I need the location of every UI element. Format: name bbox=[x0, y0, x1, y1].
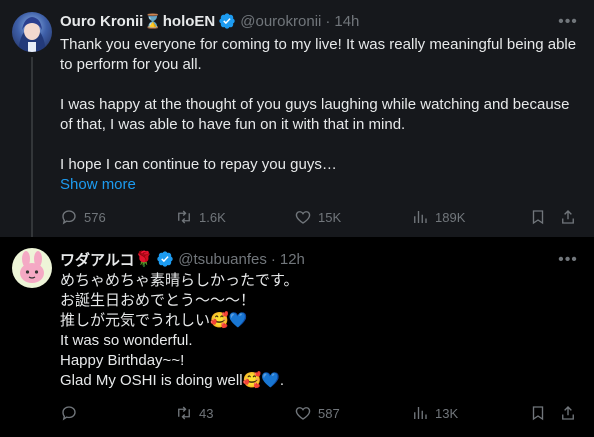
bookmark-icon bbox=[532, 210, 544, 225]
like-button[interactable]: 15K bbox=[294, 208, 341, 226]
share-icon bbox=[562, 406, 574, 420]
more-icon[interactable]: ••• bbox=[558, 12, 578, 32]
reply-button[interactable]: 576 bbox=[60, 208, 106, 226]
like-button[interactable]: 587 bbox=[294, 404, 340, 422]
verified-badge-icon[interactable] bbox=[156, 250, 174, 268]
tweet-header: ワダアルコ 🌹 @tsubuanfes · 12h bbox=[60, 249, 305, 269]
views-button[interactable]: 189K bbox=[411, 208, 465, 226]
repost-icon bbox=[178, 406, 190, 420]
show-more-link[interactable]: Show more bbox=[60, 175, 136, 195]
like-icon bbox=[295, 407, 311, 420]
separator-dot: · bbox=[270, 250, 276, 268]
share-button[interactable] bbox=[559, 404, 577, 422]
thread-line bbox=[31, 57, 33, 241]
reply-count: 576 bbox=[84, 209, 106, 225]
text-line: Glad My OSHI is doing well🥰💙. bbox=[60, 372, 285, 389]
avatar-kronii[interactable] bbox=[12, 12, 52, 52]
views-button[interactable]: 13K bbox=[411, 404, 458, 422]
tweet-actions: 576 1.6K 15K 189K bbox=[60, 207, 580, 227]
repost-icon bbox=[178, 210, 190, 224]
like-count: 15K bbox=[318, 209, 342, 225]
like-icon bbox=[295, 211, 311, 224]
reply-button[interactable] bbox=[60, 404, 84, 422]
text-line: It was so wonderful. bbox=[60, 332, 193, 349]
repost-count: 1.6K bbox=[199, 209, 226, 225]
share-icon bbox=[562, 210, 574, 224]
bookmark-button[interactable] bbox=[529, 208, 547, 226]
bookmark-icon bbox=[532, 406, 544, 421]
display-name[interactable]: ワダアルコ bbox=[60, 249, 135, 270]
repost-count: 43 bbox=[199, 405, 214, 421]
display-name[interactable]: Ouro Kronii bbox=[60, 13, 143, 30]
timestamp[interactable]: 14h bbox=[334, 13, 359, 30]
repost-button[interactable]: 1.6K bbox=[175, 208, 226, 226]
hourglass-icon: ⌛ bbox=[144, 12, 162, 29]
text-line: 推しが元気でうれしい🥰💙 bbox=[60, 312, 248, 329]
more-icon[interactable]: ••• bbox=[558, 250, 578, 270]
timestamp[interactable]: 12h bbox=[280, 251, 305, 268]
like-count: 587 bbox=[318, 405, 340, 421]
paragraph: I hope I can continue to repay you guys… bbox=[60, 156, 337, 173]
handle[interactable]: @ourokronii bbox=[240, 13, 321, 30]
tweet-actions: 43 587 13K bbox=[60, 403, 580, 423]
paragraph: Thank you everyone for coming to my live… bbox=[60, 36, 577, 73]
handle[interactable]: @tsubuanfes bbox=[178, 251, 267, 268]
tweet-text: Thank you everyone for coming to my live… bbox=[60, 35, 580, 175]
separator-dot: · bbox=[325, 12, 331, 30]
share-button[interactable] bbox=[559, 208, 577, 226]
display-name-suffix[interactable]: holoEN bbox=[163, 13, 216, 30]
reply-icon bbox=[62, 406, 76, 421]
views-count: 189K bbox=[435, 209, 466, 225]
views-icon bbox=[414, 211, 427, 223]
bookmark-button[interactable] bbox=[529, 404, 547, 422]
reply-icon bbox=[62, 210, 76, 225]
verified-badge-icon[interactable] bbox=[218, 12, 236, 30]
text-line: めちゃめちゃ素晴らしかったです。 bbox=[60, 272, 299, 289]
tweet-text: めちゃめちゃ素晴らしかったです。 お誕生日おめでとう〜〜〜！ 推しが元気でうれし… bbox=[60, 271, 580, 391]
text-line: Happy Birthday~~! bbox=[60, 352, 185, 369]
avatar-wada[interactable] bbox=[12, 248, 52, 288]
text-line: お誕生日おめでとう〜〜〜！ bbox=[60, 292, 256, 309]
tweet-header: Ouro Kronii ⌛ holoEN @ourokronii · 14h bbox=[60, 11, 359, 31]
views-icon bbox=[414, 407, 427, 419]
repost-button[interactable]: 43 bbox=[175, 404, 213, 422]
paragraph: I was happy at the thought of you guys l… bbox=[60, 96, 570, 133]
rose-emoji: 🌹 bbox=[134, 251, 154, 268]
views-count: 13K bbox=[435, 405, 459, 421]
